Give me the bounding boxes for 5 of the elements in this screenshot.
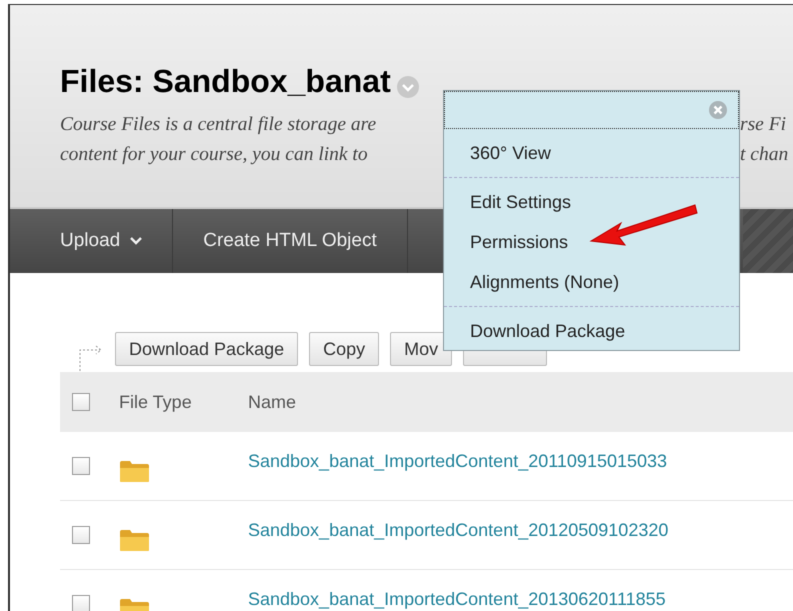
description-text: content for your course, you can link to — [60, 143, 369, 167]
description-text: rse Fi — [740, 113, 786, 137]
description-text: t chan — [740, 143, 788, 167]
description-text: Course Files is a central file storage are — [60, 113, 378, 137]
page-title: Files: Sandbox_banat — [60, 63, 391, 100]
